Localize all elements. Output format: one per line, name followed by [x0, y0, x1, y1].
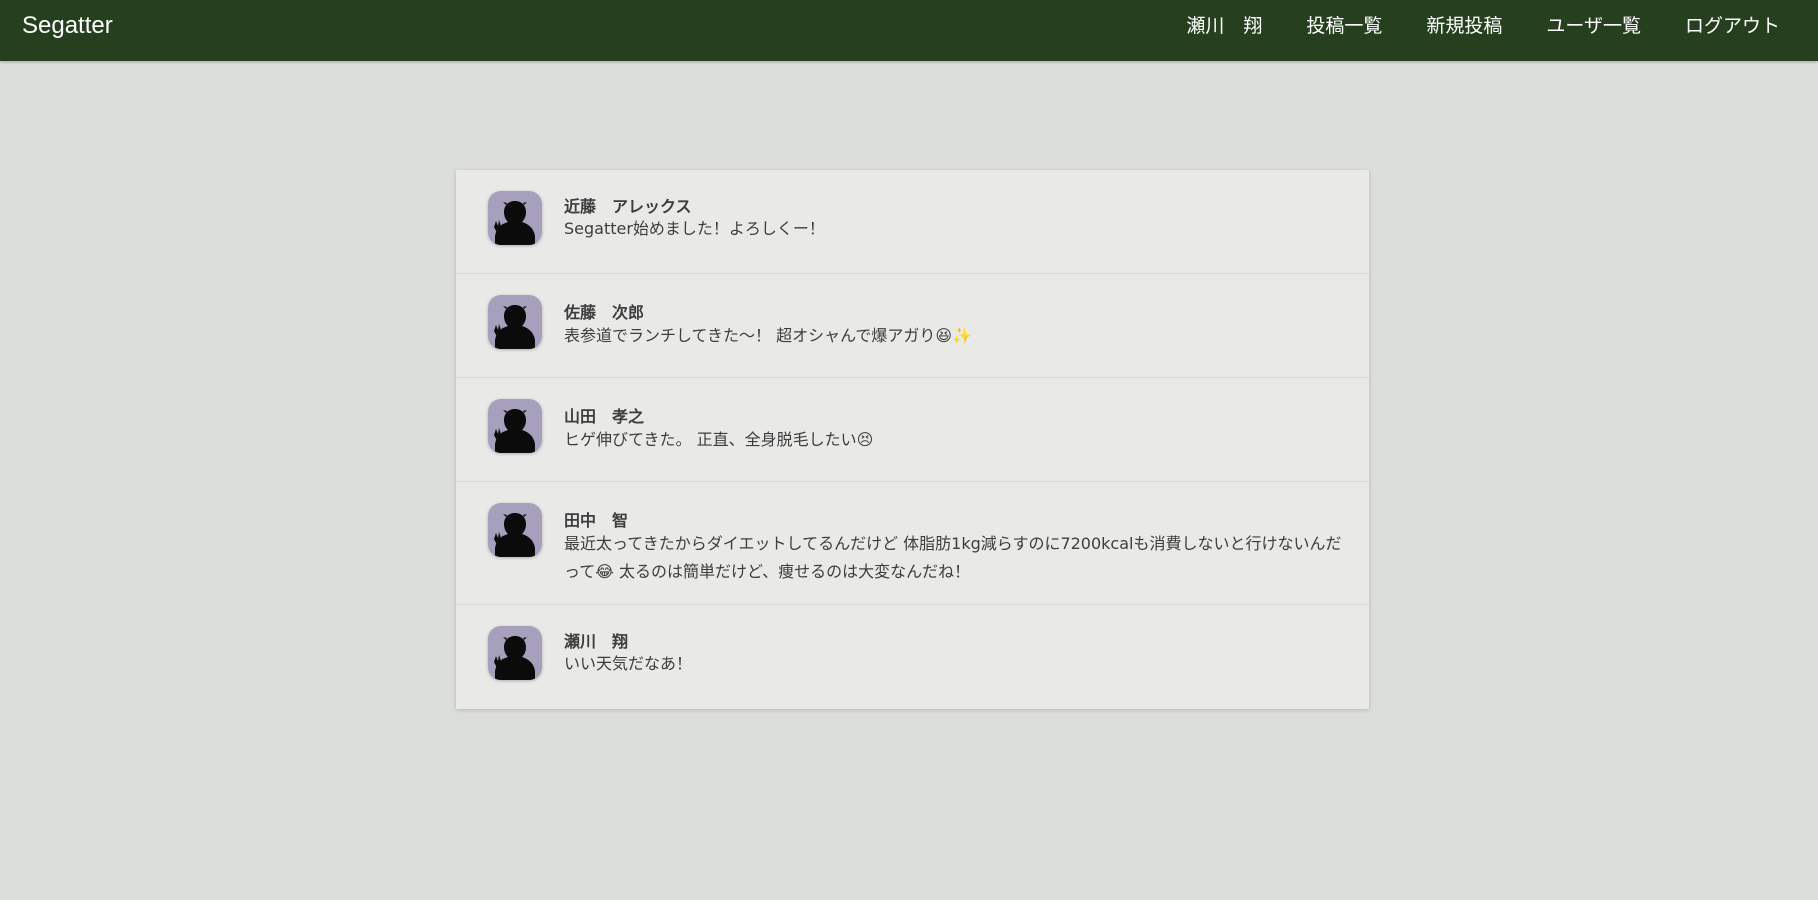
- nav-users-index-link[interactable]: ユーザ一覧: [1546, 0, 1641, 52]
- post-user-name[interactable]: 山田 孝之: [564, 403, 644, 427]
- user-avatar[interactable]: [488, 399, 542, 453]
- person-silhouette-icon: [494, 305, 535, 349]
- post-user-name[interactable]: 佐藤 次郎: [564, 299, 644, 323]
- post-item: 近藤 アレックス Segatter始めました！よろしくー！: [456, 170, 1369, 274]
- post-item: 瀬川 翔 いい天気だなあ！: [456, 605, 1369, 709]
- post-content: 表参道でランチしてきた〜！ 超オシャんで爆アガり😆✨: [564, 326, 972, 345]
- person-silhouette-icon: [494, 409, 535, 453]
- person-silhouette-icon: [494, 513, 535, 557]
- nav-posts-index-link[interactable]: 投稿一覧: [1306, 0, 1382, 52]
- nav-logout-link[interactable]: ログアウト: [1685, 0, 1780, 52]
- post-item: 田中 智 最近太ってきたからダイエットしてるんだけど 体脂肪1kg減らすのに72…: [456, 482, 1369, 605]
- post-content: いい天気だなあ！: [564, 654, 693, 673]
- person-silhouette-icon: [494, 636, 535, 680]
- post-content: Segatter始めました！よろしくー！: [564, 219, 825, 238]
- post-item: 佐藤 次郎 表参道でランチしてきた〜！ 超オシャんで爆アガり😆✨: [456, 274, 1369, 378]
- post-user-name[interactable]: 瀬川 翔: [564, 628, 628, 652]
- user-avatar[interactable]: [488, 626, 542, 680]
- brand-logo-link[interactable]: Segatter: [22, 0, 113, 61]
- nav-current-user-link[interactable]: 瀬川 翔: [1186, 0, 1262, 52]
- user-avatar[interactable]: [488, 295, 542, 349]
- post-user-name[interactable]: 近藤 アレックス: [564, 193, 692, 217]
- post-item: 山田 孝之 ヒゲ伸びてきた。 正直、全身脱毛したい😣: [456, 378, 1369, 482]
- nav-new-post-link[interactable]: 新規投稿: [1426, 0, 1502, 52]
- user-avatar[interactable]: [488, 191, 542, 245]
- person-silhouette-icon: [494, 201, 535, 245]
- post-content: ヒゲ伸びてきた。 正直、全身脱毛したい😣: [564, 430, 874, 449]
- post-user-name[interactable]: 田中 智: [564, 507, 628, 531]
- post-content: 最近太ってきたからダイエットしてるんだけど 体脂肪1kg減らすのに7200kca…: [564, 534, 1342, 581]
- top-navbar: Segatter 瀬川 翔 投稿一覧 新規投稿 ユーザ一覧 ログアウト: [0, 0, 1818, 61]
- posts-feed: 近藤 アレックス Segatter始めました！よろしくー！ 佐藤 次郎 表参道で…: [456, 170, 1369, 709]
- user-avatar[interactable]: [488, 503, 542, 557]
- nav-menu: 瀬川 翔 投稿一覧 新規投稿 ユーザ一覧 ログアウト: [1142, 0, 1780, 61]
